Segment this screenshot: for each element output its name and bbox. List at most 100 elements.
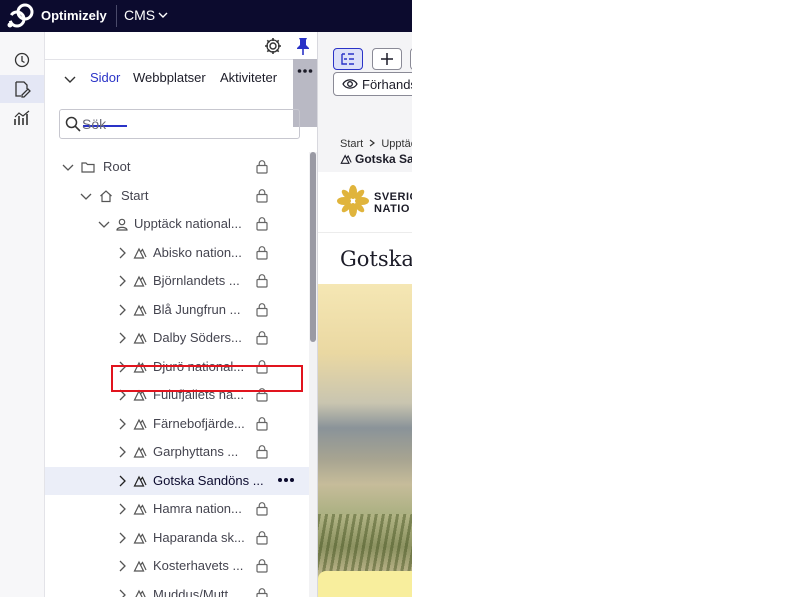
site-header: SVERIG NATIO bbox=[318, 172, 412, 232]
national-parks-logo-icon bbox=[337, 185, 369, 217]
list-tree-icon bbox=[341, 53, 354, 65]
lock-icon bbox=[256, 559, 268, 573]
lock-icon bbox=[256, 445, 268, 459]
tree-icon bbox=[340, 154, 352, 164]
lock-icon bbox=[256, 274, 268, 288]
product-switcher[interactable]: CMS bbox=[124, 7, 168, 23]
tree-node-kosterhavets[interactable]: Kosterhavets ... bbox=[45, 552, 309, 580]
lock-icon bbox=[256, 416, 268, 431]
chevron-right-icon[interactable] bbox=[115, 588, 129, 597]
preview-button[interactable]: Förhands bbox=[333, 72, 412, 96]
analytics-icon bbox=[14, 110, 30, 125]
page-title: Gotska Sa bbox=[340, 152, 412, 166]
tree-node-start[interactable]: Start bbox=[45, 182, 309, 210]
chevron-down-icon[interactable] bbox=[79, 189, 93, 203]
tree-node-abisko[interactable]: Abisko nation... bbox=[45, 239, 309, 267]
rail-analytics-button[interactable] bbox=[0, 104, 44, 132]
breadcrumb-upptack[interactable]: Upptäc bbox=[381, 138, 412, 150]
chevron-right-icon[interactable] bbox=[115, 274, 129, 288]
tree-icon bbox=[133, 361, 147, 373]
rail-history-button[interactable] bbox=[0, 46, 44, 74]
toggle-tree-button[interactable] bbox=[333, 48, 363, 70]
chevron-right-icon[interactable] bbox=[115, 388, 129, 402]
more-horizontal-icon[interactable] bbox=[277, 477, 295, 483]
add-button[interactable] bbox=[372, 48, 402, 70]
chevron-right-icon[interactable] bbox=[115, 331, 129, 345]
tree-node-hamra[interactable]: Hamra nation... bbox=[45, 495, 309, 523]
tree-node-farnebofjarden[interactable]: Färnebofjärde... bbox=[45, 410, 309, 438]
tree-icon bbox=[133, 532, 147, 544]
chevron-down-icon[interactable] bbox=[61, 160, 75, 174]
rail-edit-button[interactable] bbox=[0, 75, 44, 103]
tree-node-haparanda[interactable]: Haparanda sk... bbox=[45, 524, 309, 552]
hero-image-grass bbox=[318, 514, 412, 574]
page-title-text: Gotska Sa bbox=[355, 152, 412, 166]
tree-node-label: Fulufjällets na... bbox=[153, 387, 245, 402]
tree-icon bbox=[133, 332, 147, 344]
tree-scrollbar[interactable] bbox=[309, 152, 317, 597]
tree-node-label: Blå Jungfrun ... bbox=[153, 301, 241, 317]
search-icon bbox=[65, 116, 81, 132]
tree-icon bbox=[133, 446, 147, 458]
chevron-right-icon bbox=[369, 139, 376, 147]
tree-node-label: Dalby Söders... bbox=[153, 330, 242, 345]
chevron-right-icon[interactable] bbox=[115, 559, 129, 573]
tree-icon bbox=[133, 560, 147, 572]
tree-icon bbox=[133, 503, 147, 515]
chevron-right-icon[interactable] bbox=[115, 246, 129, 260]
tree-node-muddus[interactable]: Muddus/Mutt... bbox=[45, 581, 309, 597]
lock-icon bbox=[256, 331, 268, 345]
chevron-down-icon bbox=[158, 12, 168, 18]
toolbar-button[interactable] bbox=[410, 48, 412, 70]
brand-name: Optimizely bbox=[41, 8, 107, 23]
tree-node-garphyttans[interactable]: Garphyttans ... bbox=[45, 438, 309, 466]
tree-node-dalby[interactable]: Dalby Söders... bbox=[45, 324, 309, 352]
tree-node-gotska-sandon[interactable]: Gotska Sandöns ... bbox=[45, 466, 309, 495]
tree-node-bjornlandets[interactable]: Björnlandets ... bbox=[45, 267, 309, 295]
tree-node-label: Abisko nation... bbox=[153, 244, 242, 260]
chevron-right-icon[interactable] bbox=[115, 445, 129, 459]
tree-node-djuro[interactable]: Djurö national... bbox=[45, 353, 309, 381]
topbar-divider bbox=[116, 5, 117, 27]
eye-icon bbox=[342, 79, 358, 89]
chevron-right-icon[interactable] bbox=[115, 531, 129, 545]
chevron-right-icon[interactable] bbox=[115, 474, 129, 488]
tree-node-fulufjallets[interactable]: Fulufjällets na... bbox=[45, 381, 309, 409]
search-input[interactable] bbox=[82, 114, 292, 134]
scrollbar-thumb[interactable] bbox=[310, 152, 316, 342]
search-box[interactable] bbox=[59, 109, 300, 139]
folder-icon bbox=[81, 162, 95, 173]
left-rail bbox=[0, 32, 45, 597]
tree-node-bla-jungfrun[interactable]: Blå Jungfrun ... bbox=[45, 296, 309, 324]
tab-sidor[interactable]: Sidor bbox=[90, 70, 120, 85]
cms-app: Optimizely CMS Sidor Webbplatser Aktivit… bbox=[0, 0, 412, 597]
breadcrumb-start[interactable]: Start bbox=[340, 138, 363, 150]
chevron-down-icon[interactable] bbox=[97, 217, 111, 231]
lock-icon bbox=[256, 160, 268, 174]
optimizely-logo-icon[interactable] bbox=[6, 3, 34, 29]
collapse-chevron-icon[interactable] bbox=[63, 72, 77, 86]
lock-icon bbox=[256, 188, 268, 203]
tree-icon bbox=[133, 275, 147, 287]
tree-node-upptack[interactable]: Upptäck national... bbox=[45, 210, 309, 238]
tree-node-label: Garphyttans ... bbox=[153, 444, 239, 459]
chevron-right-icon[interactable] bbox=[115, 502, 129, 516]
chevron-right-icon[interactable] bbox=[115, 303, 129, 317]
chevron-right-icon[interactable] bbox=[115, 417, 129, 431]
site-logo-text: SVERIG NATIO bbox=[374, 191, 412, 215]
gear-icon[interactable] bbox=[263, 36, 283, 56]
tree-node-label: Start bbox=[121, 187, 149, 203]
preview-button-label: Förhands bbox=[362, 76, 412, 92]
pin-icon[interactable] bbox=[293, 36, 313, 56]
lock-icon bbox=[256, 359, 268, 374]
chevron-right-icon[interactable] bbox=[115, 360, 129, 374]
preview-canvas: SVERIG NATIO Gotska S bbox=[318, 172, 412, 597]
nav-pane-toolbar bbox=[45, 32, 317, 60]
more-horizontal-icon bbox=[297, 69, 313, 73]
tab-webbplatser[interactable]: Webbplatser bbox=[133, 70, 206, 85]
lock-icon bbox=[256, 217, 268, 231]
site-logo-line-1: SVERIG bbox=[374, 191, 412, 203]
tree-node-root[interactable]: Root bbox=[45, 153, 309, 181]
lock-icon bbox=[256, 388, 268, 402]
tab-aktiviteter[interactable]: Aktiviteter bbox=[220, 70, 277, 85]
